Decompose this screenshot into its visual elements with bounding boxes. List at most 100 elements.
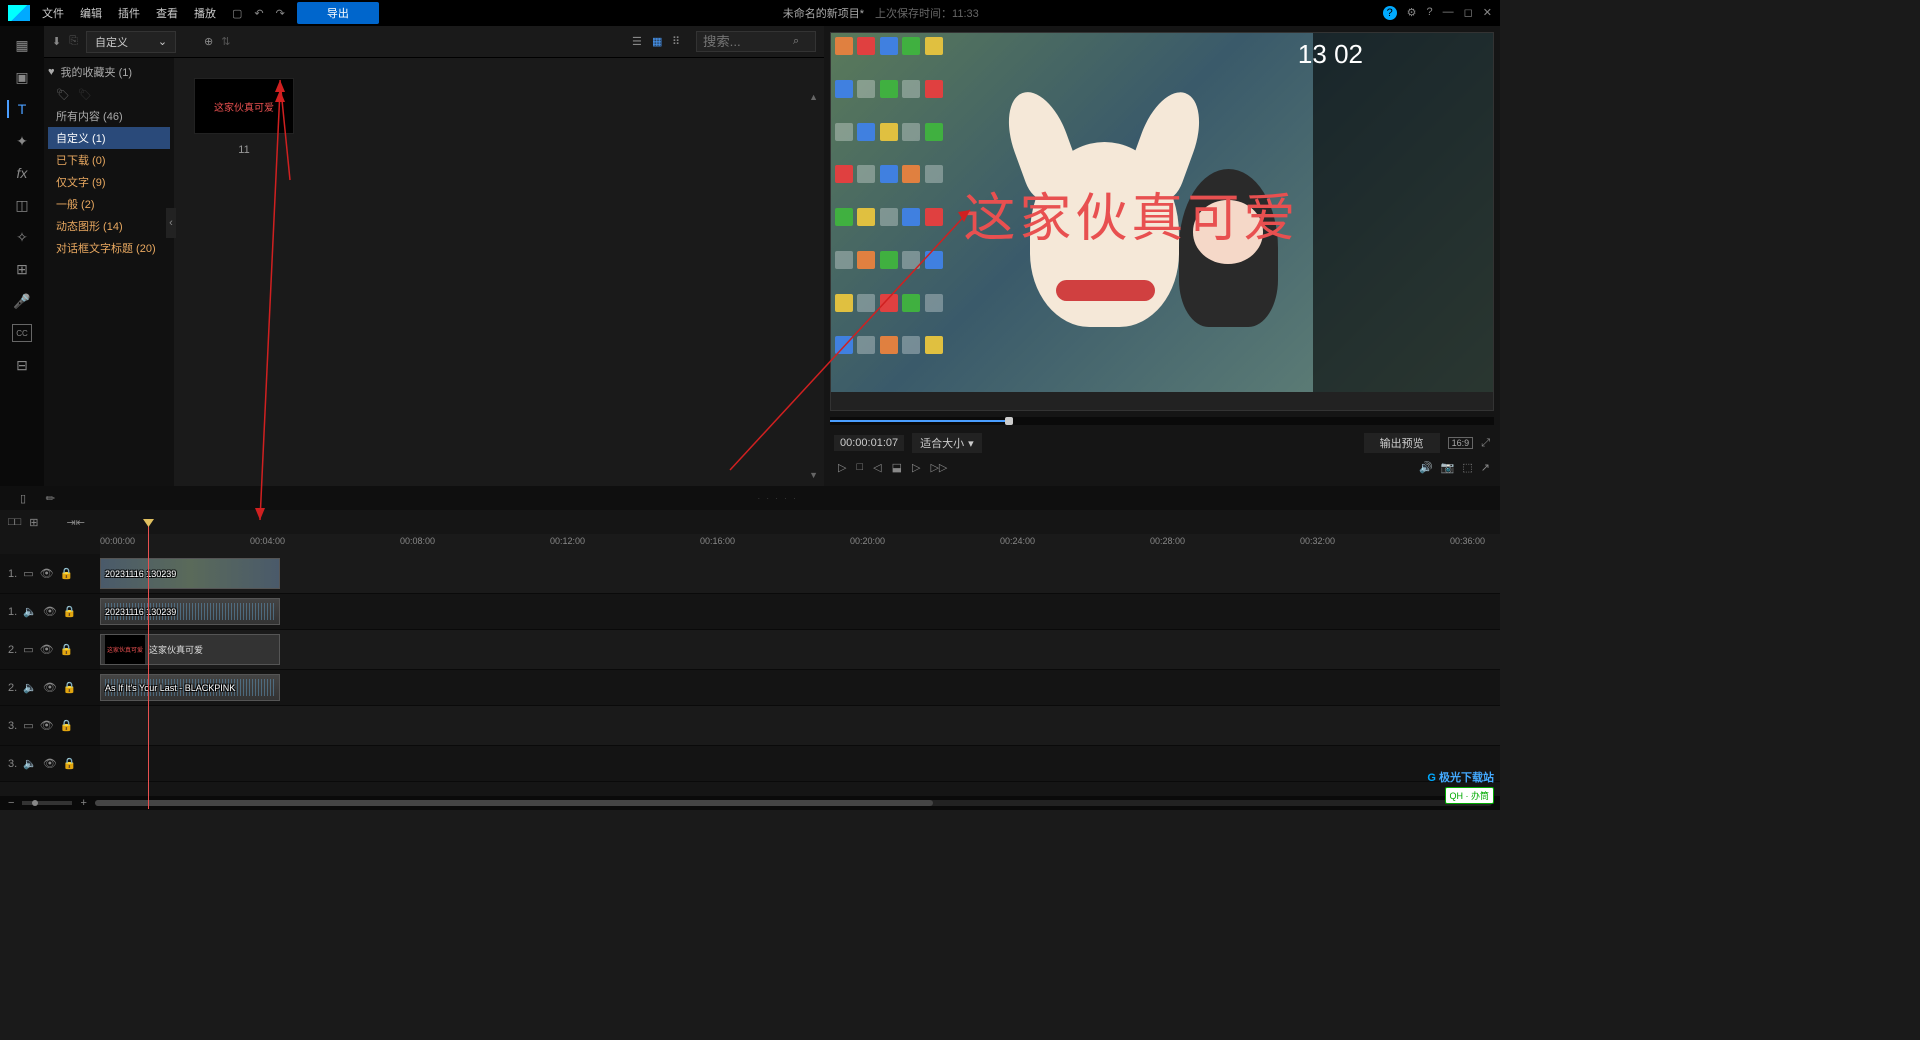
cc-tab-icon[interactable]: CC — [12, 324, 32, 342]
crop-icon[interactable]: ⬚ — [1462, 461, 1472, 474]
ruler-tick: 00:08:00 — [400, 536, 435, 546]
tree-item[interactable]: 动态图形 (14) — [48, 215, 170, 237]
fx-tab-icon[interactable]: fx — [12, 164, 32, 182]
export-button[interactable]: 导出 — [297, 2, 379, 24]
project-title: 未命名的新项目* 上次保存时间：11:33 — [379, 5, 1383, 21]
audio-clip[interactable]: As If It's Your Last - BLACKPINK — [100, 674, 280, 701]
output-preview-button[interactable]: 输出预览 — [1364, 433, 1440, 453]
overlay-tab-icon[interactable]: ◫ — [12, 196, 32, 214]
brush-icon[interactable]: ✎ — [43, 490, 59, 506]
prev-frame-icon[interactable]: ◁ — [873, 461, 881, 474]
lock-icon[interactable]: 🔒 — [60, 643, 74, 656]
particle-tab-icon[interactable]: ✧ — [12, 228, 32, 246]
menu-play[interactable]: 播放 — [194, 5, 216, 21]
timeline-ruler[interactable]: 00:00:00 00:04:00 00:08:00 00:12:00 00:1… — [100, 534, 1500, 554]
tag-remove-icon[interactable]: 🏷 — [78, 88, 92, 101]
lock-icon[interactable]: 🔒 — [60, 567, 74, 580]
maximize-icon[interactable]: ◻ — [1464, 6, 1473, 20]
menu-edit[interactable]: 编辑 — [80, 5, 102, 21]
menu-plugin[interactable]: 插件 — [118, 5, 140, 21]
tree-item[interactable]: 所有内容 (46) — [48, 105, 170, 127]
video-clip[interactable]: 20231116 130239 — [100, 558, 280, 589]
eye-icon[interactable]: 👁 — [40, 719, 54, 732]
title-clip[interactable]: 这家伙真可爱这家伙真可爱 — [100, 634, 280, 665]
zoom-out-icon[interactable]: − — [8, 797, 14, 809]
eye-icon[interactable]: 👁 — [43, 605, 57, 618]
stop-icon[interactable]: □ — [856, 461, 863, 474]
help-icon[interactable]: ? — [1383, 6, 1397, 20]
grid-view-icon[interactable]: ▦ — [652, 35, 668, 49]
redo-icon[interactable]: ↷ — [276, 7, 285, 20]
lock-icon[interactable]: 🔒 — [63, 605, 77, 618]
image-tab-icon[interactable]: ▣ — [12, 68, 32, 86]
link-icon[interactable]: ⎘ — [69, 35, 78, 48]
scroll-up-icon[interactable]: ▲ — [809, 92, 818, 102]
close-icon[interactable]: ✕ — [1483, 6, 1492, 20]
category-dropdown[interactable]: 自定义⌄ — [86, 31, 176, 53]
menu-file[interactable]: 文件 — [42, 5, 64, 21]
fast-forward-icon[interactable]: ▷▷ — [930, 461, 947, 474]
info-icon[interactable]: ? — [1427, 6, 1433, 20]
drag-handle-icon[interactable]: · · · · · — [758, 494, 798, 503]
minimize-icon[interactable]: — — [1443, 6, 1454, 20]
marker-icon[interactable]: ⬓ — [892, 461, 902, 474]
media-tab-icon[interactable]: ▦ — [12, 36, 32, 54]
toggle-icon[interactable]: ▯ — [20, 492, 26, 505]
new-folder-icon[interactable]: ⊕ — [204, 35, 213, 48]
tree-item[interactable]: 自定义 (1) — [48, 127, 170, 149]
tree-item[interactable]: 仅文字 (9) — [48, 171, 170, 193]
preview-scrubber[interactable] — [830, 417, 1494, 425]
preview-viewport[interactable]: 13 02 这家伙真可爱 — [830, 32, 1494, 411]
tl-tool-icon[interactable]: □□ — [8, 516, 21, 528]
ruler-tick: 00:32:00 — [1300, 536, 1335, 546]
expand-icon[interactable]: ⤢ — [1481, 437, 1490, 450]
eye-icon[interactable]: 👁 — [40, 643, 54, 656]
collapse-handle-icon[interactable]: ‹ — [166, 208, 176, 238]
detail-view-icon[interactable]: ⠿ — [672, 35, 688, 49]
title-tab-icon[interactable]: T — [7, 100, 27, 118]
lock-icon[interactable]: 🔒 — [63, 757, 77, 770]
tl-select-icon[interactable]: ⊞ — [29, 516, 38, 529]
aspect-ratio-badge[interactable]: 16:9 — [1448, 437, 1474, 449]
next-frame-icon[interactable]: ▷ — [912, 461, 920, 474]
eye-icon[interactable]: 👁 — [40, 567, 54, 580]
title-thumbnail[interactable]: 这家伙真可爱 11 — [194, 78, 294, 156]
favorites-header[interactable]: ♥ 我的收藏夹 (1) — [48, 64, 170, 80]
import-icon[interactable]: ⬇ — [52, 35, 61, 48]
menu-view[interactable]: 查看 — [156, 5, 178, 21]
tree-item[interactable]: 已下载 (0) — [48, 149, 170, 171]
template-tab-icon[interactable]: ⊞ — [12, 260, 32, 278]
audio-clip[interactable]: 20231116 130239 — [100, 598, 280, 625]
settings-icon[interactable]: ⚙ — [1407, 6, 1417, 20]
eye-icon[interactable]: 👁 — [43, 757, 57, 770]
play-icon[interactable]: ▷ — [838, 461, 846, 474]
transition-tab-icon[interactable]: ✦ — [12, 132, 32, 150]
splitter-bar[interactable]: ▯ ✎ · · · · · — [0, 486, 1500, 510]
speaker-icon: 🔈 — [23, 605, 37, 618]
undo-icon[interactable]: ↶ — [254, 7, 263, 20]
tree-item[interactable]: 一般 (2) — [48, 193, 170, 215]
popout-icon[interactable]: ↗ — [1481, 461, 1490, 474]
search-icon[interactable]: ⌕ — [793, 35, 799, 48]
search-input[interactable]: ⌕ — [696, 31, 816, 52]
list-view-icon[interactable]: ☰ — [632, 35, 648, 49]
audio-tab-icon[interactable]: 🎤 — [12, 292, 32, 310]
audio-track-3: 3.🔈👁🔒 — [0, 746, 1500, 782]
browser-toolbar: ⬇ ⎘ 自定义⌄ ⊕ ⇅ ☰ ▦ ⠿ ⌕ — [44, 26, 824, 58]
grid-tab-icon[interactable]: ⊟ — [12, 356, 32, 374]
sort-icon[interactable]: ⇅ — [221, 35, 230, 48]
snapshot-icon[interactable]: 📷 — [1441, 461, 1455, 474]
lock-icon[interactable]: 🔒 — [60, 719, 74, 732]
eye-icon[interactable]: 👁 — [43, 681, 57, 694]
layout-icon[interactable]: ▢ — [232, 7, 242, 20]
scroll-down-icon[interactable]: ▼ — [809, 470, 818, 480]
zoom-in-icon[interactable]: + — [80, 797, 86, 809]
tag-add-icon[interactable]: 🏷 — [56, 88, 70, 101]
tree-item[interactable]: 对话框文字标题 (20) — [48, 237, 170, 259]
h-scrollbar[interactable] — [95, 800, 1492, 806]
zoom-fit-dropdown[interactable]: 适合大小▾ — [912, 433, 982, 453]
volume-icon[interactable]: 🔊 — [1419, 461, 1433, 474]
tl-cut-icon[interactable]: ⇥⇤ — [67, 516, 85, 529]
lock-icon[interactable]: 🔒 — [63, 681, 77, 694]
timeline: □□ ⊞ ⇥⇤ 00:00:00 00:04:00 00:08:00 00:12… — [0, 510, 1500, 810]
